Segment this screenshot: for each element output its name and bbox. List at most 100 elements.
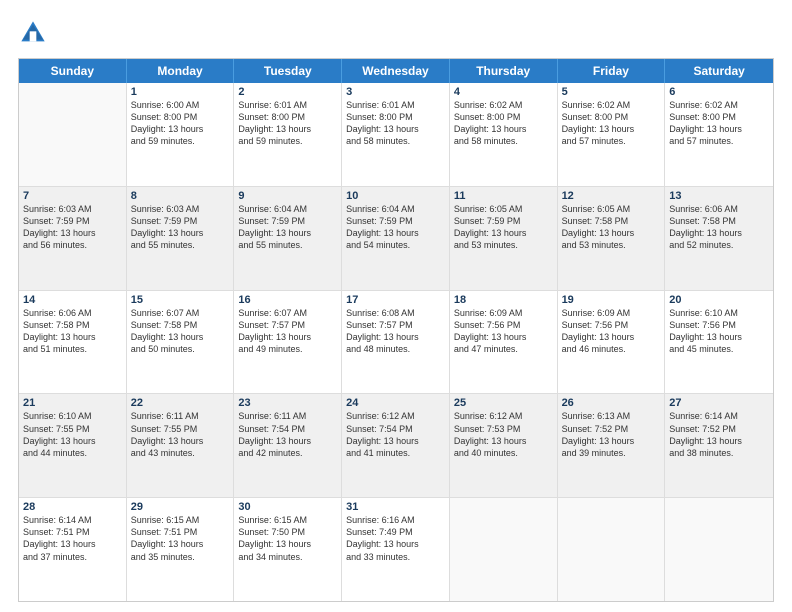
cell-content-line: Sunrise: 6:07 AM	[238, 307, 337, 319]
day-number: 3	[346, 86, 445, 98]
cell-content-line: Daylight: 13 hours	[562, 331, 661, 343]
day-number: 1	[131, 86, 230, 98]
cell-content-line: and 44 minutes.	[23, 447, 122, 459]
day-number: 22	[131, 397, 230, 409]
cell-content-line: and 55 minutes.	[238, 239, 337, 251]
weekday-header: Thursday	[450, 59, 558, 83]
cell-content-line: Sunset: 7:59 PM	[23, 215, 122, 227]
cell-content-line: Daylight: 13 hours	[346, 331, 445, 343]
day-number: 16	[238, 294, 337, 306]
day-number: 18	[454, 294, 553, 306]
cell-content-line: Sunset: 7:58 PM	[23, 319, 122, 331]
cell-content-line: and 57 minutes.	[562, 135, 661, 147]
day-number: 2	[238, 86, 337, 98]
cell-content-line: Sunset: 7:52 PM	[562, 423, 661, 435]
cell-content-line: and 50 minutes.	[131, 343, 230, 355]
cell-content-line: and 34 minutes.	[238, 551, 337, 563]
cell-content-line: Sunrise: 6:11 AM	[238, 410, 337, 422]
cell-content-line: and 55 minutes.	[131, 239, 230, 251]
day-number: 26	[562, 397, 661, 409]
cell-content-line: and 59 minutes.	[131, 135, 230, 147]
day-number: 29	[131, 501, 230, 513]
cell-content-line: Daylight: 13 hours	[238, 331, 337, 343]
calendar-cell: 28Sunrise: 6:14 AMSunset: 7:51 PMDayligh…	[19, 498, 127, 601]
cell-content-line: and 48 minutes.	[346, 343, 445, 355]
cell-content-line: Sunset: 7:59 PM	[454, 215, 553, 227]
logo	[18, 18, 52, 48]
cell-content-line: Sunrise: 6:04 AM	[238, 203, 337, 215]
day-number: 6	[669, 86, 769, 98]
cell-content-line: Daylight: 13 hours	[562, 435, 661, 447]
cell-content-line: Sunset: 7:58 PM	[562, 215, 661, 227]
calendar-row: 7Sunrise: 6:03 AMSunset: 7:59 PMDaylight…	[19, 187, 773, 291]
cell-content-line: Sunset: 8:00 PM	[131, 111, 230, 123]
cell-content-line: and 57 minutes.	[669, 135, 769, 147]
cell-content-line: and 33 minutes.	[346, 551, 445, 563]
day-number: 10	[346, 190, 445, 202]
cell-content-line: and 54 minutes.	[346, 239, 445, 251]
cell-content-line: and 51 minutes.	[23, 343, 122, 355]
cell-content-line: Sunrise: 6:02 AM	[669, 99, 769, 111]
calendar-cell: 2Sunrise: 6:01 AMSunset: 8:00 PMDaylight…	[234, 83, 342, 186]
calendar-body: 1Sunrise: 6:00 AMSunset: 8:00 PMDaylight…	[19, 83, 773, 601]
cell-content-line: Sunrise: 6:00 AM	[131, 99, 230, 111]
cell-content-line: Sunset: 8:00 PM	[562, 111, 661, 123]
calendar-cell: 5Sunrise: 6:02 AMSunset: 8:00 PMDaylight…	[558, 83, 666, 186]
weekday-header: Saturday	[665, 59, 773, 83]
calendar-cell: 15Sunrise: 6:07 AMSunset: 7:58 PMDayligh…	[127, 291, 235, 394]
cell-content-line: and 39 minutes.	[562, 447, 661, 459]
calendar-cell: 18Sunrise: 6:09 AMSunset: 7:56 PMDayligh…	[450, 291, 558, 394]
day-number: 28	[23, 501, 122, 513]
weekday-header: Wednesday	[342, 59, 450, 83]
cell-content-line: Daylight: 13 hours	[238, 227, 337, 239]
cell-content-line: and 52 minutes.	[669, 239, 769, 251]
cell-content-line: Sunset: 7:49 PM	[346, 526, 445, 538]
cell-content-line: Daylight: 13 hours	[454, 123, 553, 135]
calendar-cell: 30Sunrise: 6:15 AMSunset: 7:50 PMDayligh…	[234, 498, 342, 601]
calendar-cell: 11Sunrise: 6:05 AMSunset: 7:59 PMDayligh…	[450, 187, 558, 290]
cell-content-line: and 47 minutes.	[454, 343, 553, 355]
cell-content-line: Sunset: 7:55 PM	[23, 423, 122, 435]
cell-content-line: Sunset: 7:51 PM	[23, 526, 122, 538]
calendar-cell: 24Sunrise: 6:12 AMSunset: 7:54 PMDayligh…	[342, 394, 450, 497]
cell-content-line: Sunrise: 6:01 AM	[238, 99, 337, 111]
cell-content-line: Daylight: 13 hours	[454, 227, 553, 239]
cell-content-line: Sunrise: 6:04 AM	[346, 203, 445, 215]
cell-content-line: Sunset: 7:50 PM	[238, 526, 337, 538]
cell-content-line: Sunset: 7:56 PM	[454, 319, 553, 331]
cell-content-line: Sunset: 7:52 PM	[669, 423, 769, 435]
calendar-cell: 16Sunrise: 6:07 AMSunset: 7:57 PMDayligh…	[234, 291, 342, 394]
cell-content-line: Sunrise: 6:06 AM	[23, 307, 122, 319]
cell-content-line: Sunrise: 6:15 AM	[131, 514, 230, 526]
cell-content-line: and 58 minutes.	[454, 135, 553, 147]
day-number: 12	[562, 190, 661, 202]
cell-content-line: Daylight: 13 hours	[23, 538, 122, 550]
cell-content-line: and 35 minutes.	[131, 551, 230, 563]
cell-content-line: Sunset: 7:59 PM	[346, 215, 445, 227]
calendar-cell: 21Sunrise: 6:10 AMSunset: 7:55 PMDayligh…	[19, 394, 127, 497]
cell-content-line: Daylight: 13 hours	[669, 123, 769, 135]
cell-content-line: Sunset: 7:59 PM	[238, 215, 337, 227]
cell-content-line: Sunrise: 6:03 AM	[23, 203, 122, 215]
cell-content-line: and 59 minutes.	[238, 135, 337, 147]
weekday-header: Sunday	[19, 59, 127, 83]
cell-content-line: Sunset: 7:59 PM	[131, 215, 230, 227]
cell-content-line: Sunrise: 6:14 AM	[23, 514, 122, 526]
cell-content-line: Daylight: 13 hours	[669, 227, 769, 239]
cell-content-line: Sunset: 7:56 PM	[562, 319, 661, 331]
calendar-cell: 27Sunrise: 6:14 AMSunset: 7:52 PMDayligh…	[665, 394, 773, 497]
calendar-cell: 9Sunrise: 6:04 AMSunset: 7:59 PMDaylight…	[234, 187, 342, 290]
day-number: 9	[238, 190, 337, 202]
day-number: 11	[454, 190, 553, 202]
cell-content-line: and 53 minutes.	[454, 239, 553, 251]
cell-content-line: Daylight: 13 hours	[131, 123, 230, 135]
cell-content-line: Daylight: 13 hours	[346, 123, 445, 135]
day-number: 13	[669, 190, 769, 202]
cell-content-line: Daylight: 13 hours	[23, 331, 122, 343]
cell-content-line: and 58 minutes.	[346, 135, 445, 147]
cell-content-line: Sunrise: 6:16 AM	[346, 514, 445, 526]
calendar-cell: 22Sunrise: 6:11 AMSunset: 7:55 PMDayligh…	[127, 394, 235, 497]
calendar-cell: 25Sunrise: 6:12 AMSunset: 7:53 PMDayligh…	[450, 394, 558, 497]
cell-content-line: Sunset: 7:56 PM	[669, 319, 769, 331]
cell-content-line: and 53 minutes.	[562, 239, 661, 251]
